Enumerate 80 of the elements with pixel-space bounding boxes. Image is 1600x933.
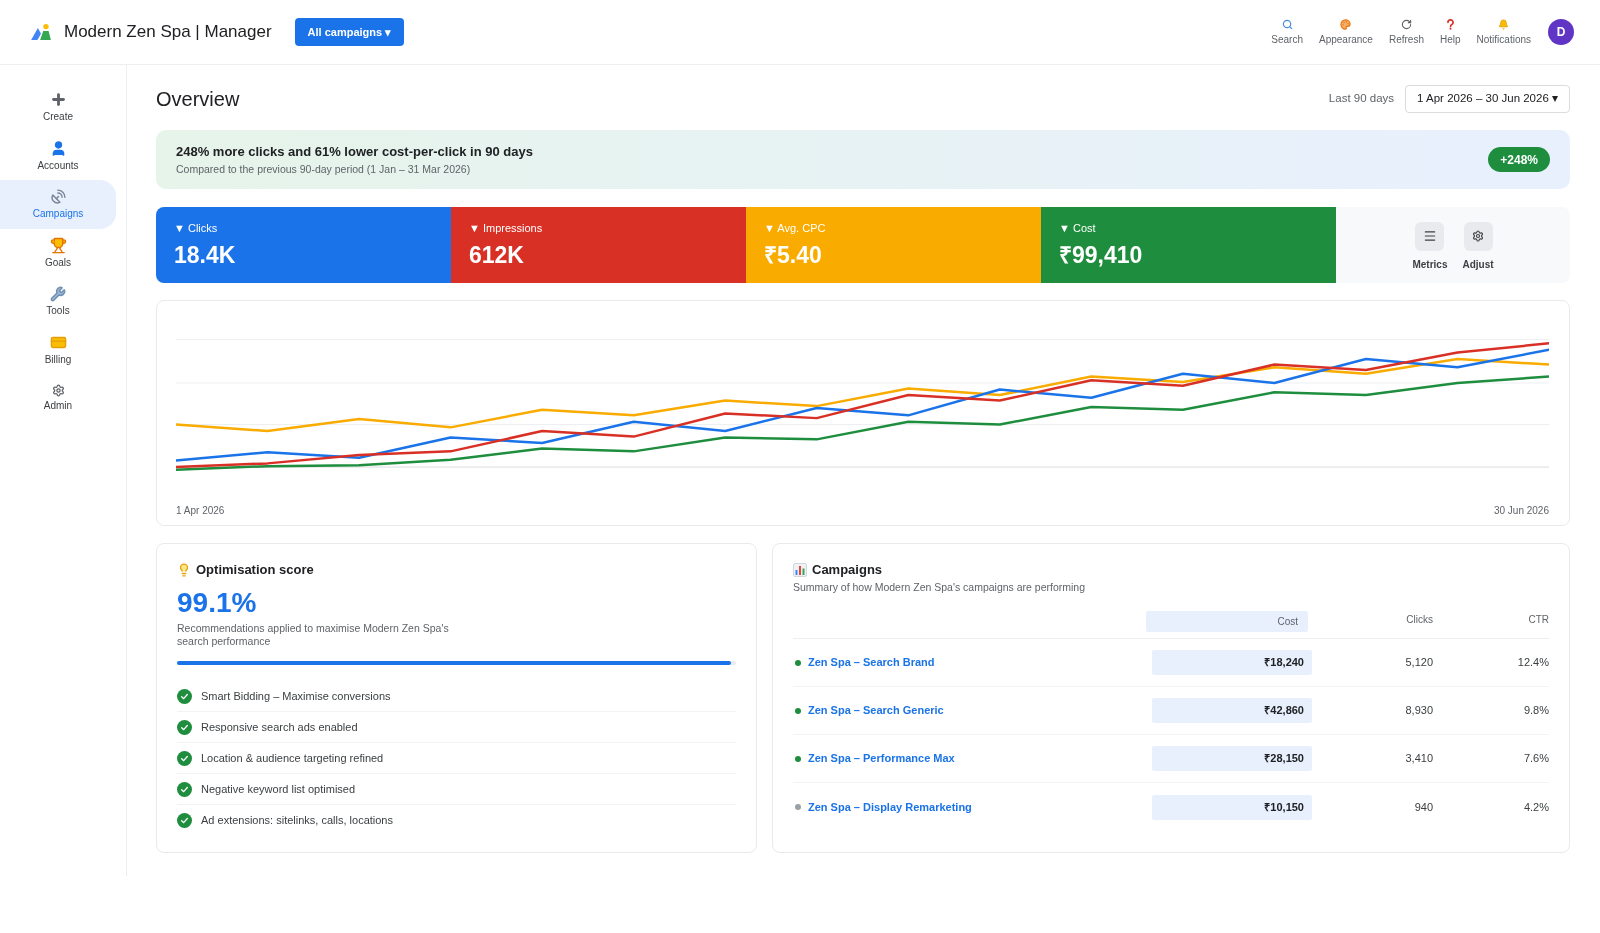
table-cell: 9.8%: [1523, 704, 1549, 717]
table-cell: 3,410: [1405, 752, 1433, 765]
app-title: Modern Zen Spa | Manager: [64, 21, 272, 44]
table-cell: 12.4%: [1517, 656, 1549, 669]
metric-label: ▼ Clicks: [174, 221, 218, 235]
bell-icon: [1498, 18, 1510, 30]
card-title: Optimisation score: [196, 562, 314, 578]
checklist-item: Ad extensions: sitelinks, calls, locations: [201, 813, 393, 829]
plus-icon: [49, 91, 67, 109]
menu-icon: [1415, 221, 1445, 251]
score-description: Recommendations applied to maximise Modern Zen Spa's search performance: [177, 622, 450, 648]
date-range-select[interactable]: 1 Apr 2026 – 30 Jun 2026 ▾: [1405, 85, 1570, 113]
metric-value: 18.4K: [174, 241, 236, 269]
metric-label: ▼ Impressions: [469, 221, 543, 235]
nav-item[interactable]: Admin: [0, 374, 116, 423]
axis-label: 1 Apr 2026: [176, 505, 225, 517]
nav-item[interactable]: Tools: [0, 277, 116, 326]
toolbar-button[interactable]: Search: [1271, 18, 1303, 46]
lightbulb-icon: [177, 563, 191, 577]
table-cell: 8,930: [1405, 704, 1433, 717]
avatar-button[interactable]: D: [1548, 19, 1574, 45]
gear-icon: [51, 384, 65, 398]
checklist-item: Responsive search ads enabled: [201, 719, 358, 735]
bar-chart-icon: [793, 563, 807, 577]
checklist-item: Location & audience targeting refined: [201, 750, 384, 766]
nav-item[interactable]: Accounts: [0, 131, 116, 180]
metric-card[interactable]: ▼ Cost ₹99,410: [1041, 207, 1336, 283]
column-header[interactable]: Cost: [1146, 611, 1308, 632]
chart-option-button[interactable]: Metrics: [1412, 221, 1448, 271]
metric-card[interactable]: ▼ Impressions 612K: [451, 207, 746, 283]
toolbar-button[interactable]: Refresh: [1388, 18, 1424, 46]
table-cell: ₹18,240: [1152, 650, 1312, 675]
logo-icon: [30, 23, 52, 41]
banner-headline: 248% more clicks and 61% lower cost-per-click in 90 days: [176, 143, 533, 160]
metric-value: 612K: [469, 241, 524, 269]
trophy-icon: [49, 236, 67, 254]
table-cell: 4.2%: [1523, 800, 1549, 814]
settings-icon: [1463, 221, 1493, 251]
satellite-dish-icon: [49, 188, 67, 206]
table-cell: ₹10,150: [1152, 794, 1312, 820]
nav-item[interactable]: Billing: [0, 325, 116, 374]
table-cell: 940: [1414, 800, 1433, 814]
campaign-scope-button[interactable]: All campaigns ▾: [294, 18, 405, 46]
table-cell: ₹28,150: [1152, 746, 1312, 771]
campaign-link[interactable]: Zen Spa – Display Remarketing: [808, 798, 972, 816]
card-title: Campaigns: [812, 562, 883, 578]
metric-label: ▼ Cost: [1059, 221, 1096, 235]
checklist-item: Smart Bidding – Maximise conversions: [201, 688, 391, 704]
toolbar-button[interactable]: Notifications: [1476, 18, 1531, 46]
banner-subtext: Compared to the previous 90-day period (1 Jan – 31 Mar 2026): [176, 162, 472, 176]
checklist-item: Negative keyword list optimised: [201, 781, 356, 797]
column-header[interactable]: Clicks: [1406, 611, 1433, 626]
refresh-icon: [1400, 18, 1412, 30]
card-subtitle: Summary of how Modern Zen Spa's campaigns are performing: [793, 581, 1087, 594]
search-icon: [1281, 18, 1293, 30]
campaign-link[interactable]: Zen Spa – Search Brand: [808, 654, 935, 671]
growth-badge: +248%: [1488, 147, 1550, 172]
table-cell: ₹42,860: [1152, 698, 1312, 723]
palette-icon: [1340, 18, 1352, 30]
column-header[interactable]: CTR: [1528, 611, 1549, 626]
campaign-link[interactable]: Zen Spa – Performance Max: [808, 750, 955, 767]
table-cell: 7.6%: [1523, 752, 1549, 765]
campaign-link[interactable]: Zen Spa – Search Generic: [808, 702, 944, 719]
nav-item[interactable]: Campaigns: [0, 180, 116, 229]
toolbar-button[interactable]: Appearance: [1319, 18, 1373, 46]
table-cell: 5,120: [1405, 656, 1433, 669]
metric-value: ₹5.40: [764, 241, 822, 269]
help-icon: [1444, 18, 1456, 30]
axis-label: 30 Jun 2026: [1493, 505, 1549, 517]
nav-item[interactable]: Create: [0, 83, 116, 132]
metric-label: ▼ Avg. CPC: [764, 221, 826, 235]
toolbar-button[interactable]: Help: [1439, 18, 1461, 46]
metric-value: ₹99,410: [1059, 241, 1143, 269]
metric-card[interactable]: ▼ Clicks 18.4K: [156, 207, 451, 283]
range-label: Last 90 days: [1328, 91, 1395, 107]
wrench-icon: [50, 285, 66, 302]
nav-item[interactable]: Goals: [0, 228, 116, 277]
score-value: 99.1%: [177, 587, 257, 619]
chart-option-button[interactable]: Adjust: [1462, 221, 1494, 271]
page-title: Overview: [156, 87, 240, 112]
